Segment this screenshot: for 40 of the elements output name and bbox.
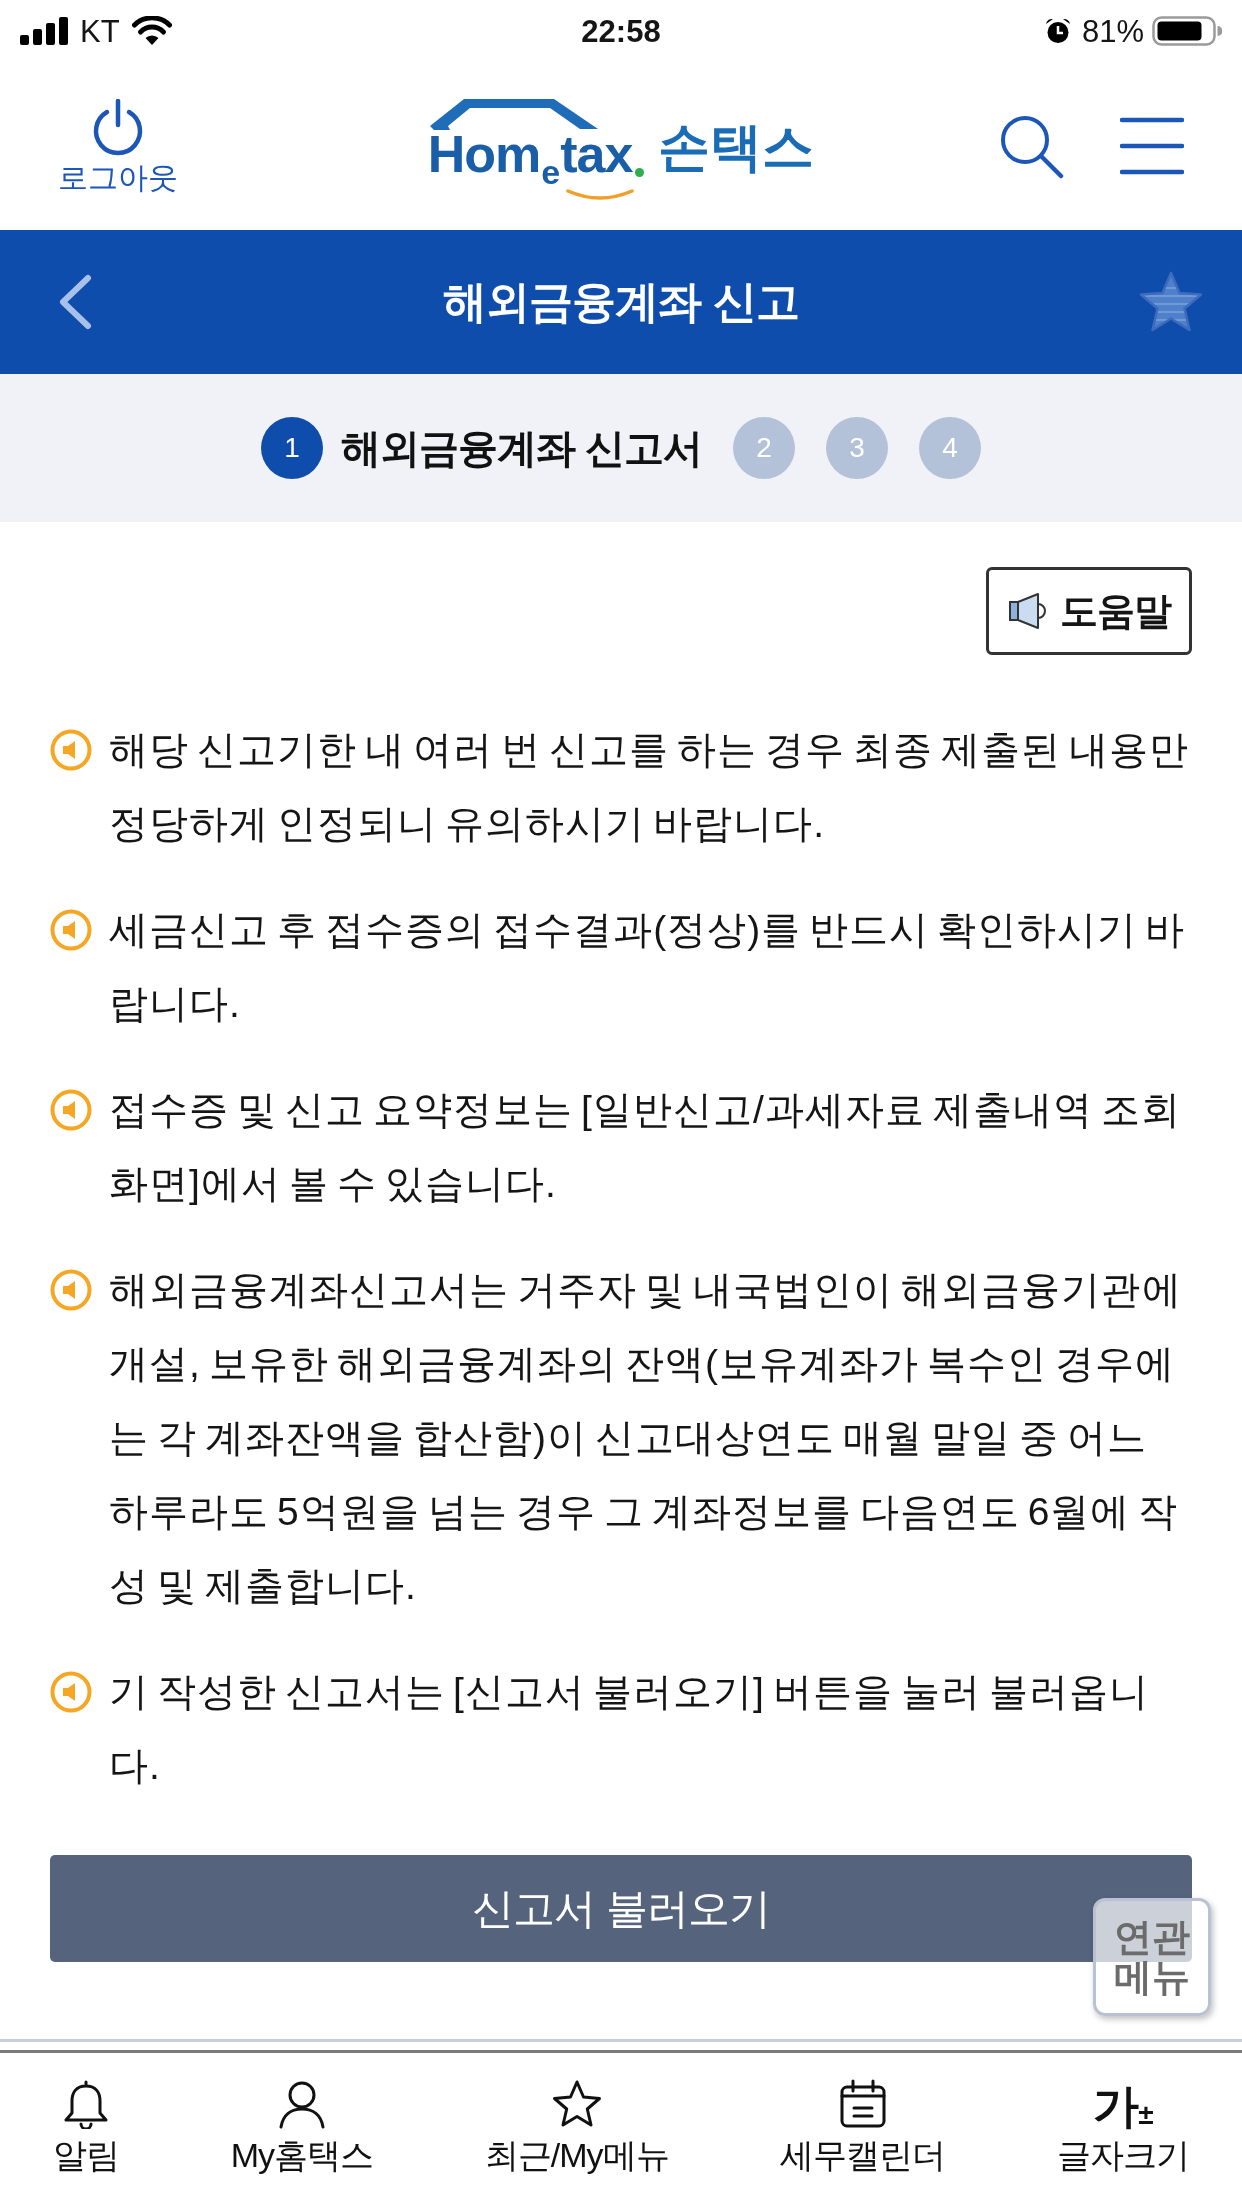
tab-bar-button[interactable]: 최근/My메뉴 — [484, 2079, 669, 2175]
favorite-button[interactable] — [1138, 270, 1204, 334]
step-number: 4 — [919, 417, 982, 479]
speaker-icon — [50, 1671, 92, 1713]
step-number: 3 — [826, 417, 889, 479]
notice-text: 기 작성한 신고서는 [신고서 불러오기] 버튼을 눌러 불러옵니다. — [109, 1669, 1150, 1789]
search-button[interactable] — [998, 113, 1064, 179]
signal-icon — [20, 17, 68, 45]
speaker-icon — [50, 1089, 92, 1131]
app-name-text: 손택스 — [658, 120, 815, 173]
step-number: 2 — [733, 417, 796, 479]
speaker-icon — [50, 729, 92, 771]
search-icon — [998, 113, 1064, 179]
star-icon — [1138, 270, 1204, 334]
step-number: 1 — [260, 417, 323, 479]
logout-button[interactable]: 로그아웃 — [58, 99, 178, 193]
star-outline-icon — [551, 2079, 602, 2129]
clock-time: 22:58 — [581, 15, 661, 47]
carrier-name: KT — [80, 15, 120, 47]
step-title: 해외금융계좌 신고서 — [340, 428, 703, 468]
menu-icon — [1120, 117, 1184, 175]
battery-percent: 81% — [1081, 15, 1144, 47]
tab-bar-button[interactable]: My홈택스 — [230, 2079, 374, 2175]
alarm-clock-icon — [1043, 17, 1072, 45]
related-menu-button[interactable]: 연관 메뉴 — [1093, 1898, 1211, 2016]
logo-text: Hom$_{e}$tax — [427, 127, 633, 189]
speaker-icon — [50, 909, 92, 951]
tab-bar-button[interactable]: 알림 — [53, 2079, 119, 2175]
smile-curve-icon — [565, 188, 634, 201]
help-button[interactable]: 도움말 — [986, 567, 1192, 655]
notice-text: 접수증 및 신고 요약정보는 [일반신고/과세자료 제출내역 조회화면]에서 볼 수 있습니다. — [109, 1087, 1182, 1207]
battery-icon — [1152, 16, 1222, 46]
wifi-icon — [131, 16, 172, 46]
notice-text: 해외금융계좌신고서는 거주자 및 내국법인이 해외금융기관에 개설, 보유한 해외금융계좌의 잔액(보유계좌가 복수인 경우에는 각 계좌잔액을 합산함)이 신고대상연도 매월 말일 중 어느 하루라도 5억원을 넘는 경우 그 계좌정보를 다음연도 6월에 작성 및 제출합니다. — [109, 1267, 1183, 1609]
speaker-icon — [50, 1269, 92, 1311]
page-title: 해외금융계좌 신고 — [443, 280, 799, 324]
tab-bar-button[interactable]: 세무캘린더 — [780, 2079, 946, 2175]
notice-text: 세금신고 후 접수증의 접수결과(정상)를 반드시 확인하시기 바랍니다. — [109, 907, 1187, 1027]
notice-text: 해당 신고기한 내 여러 번 신고를 하는 경우 최종 제출된 내용만 정당하게 인정되니 유의하시기 바랍니다. — [109, 727, 1190, 847]
menu-button[interactable] — [1120, 117, 1184, 175]
